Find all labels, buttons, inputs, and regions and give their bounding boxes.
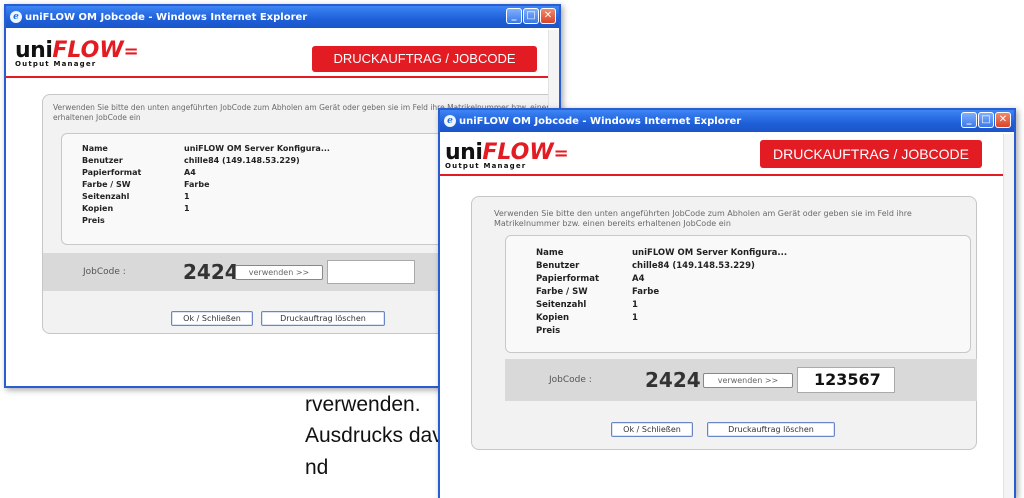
page-banner: DRUCKAUFTRAG / JOBCODE [760,140,982,168]
delete-job-button[interactable]: Druckauftrag löschen [261,311,385,326]
jobcode-value: 2424 [645,368,701,392]
ok-close-button[interactable]: Ok / Schließen [611,422,693,437]
background-text-line-1: rverwenden. [305,393,421,416]
use-jobcode-button[interactable]: verwenden >> [235,264,323,280]
internet-explorer-icon: e [444,115,456,127]
window-title: uniFLOW OM Jobcode - Windows Internet Ex… [25,11,308,23]
info-row-paper: Papierformat A4 [536,274,645,284]
header-divider [440,174,1014,176]
close-icon[interactable]: ✕ [995,112,1011,128]
vertical-scrollbar[interactable] [1003,134,1014,498]
internet-explorer-icon: e [10,11,22,23]
window-titlebar[interactable]: e uniFLOW OM Jobcode - Windows Internet … [6,6,559,28]
jobcode-label: JobCode : [83,267,126,277]
jobcode-value: 2424 [183,260,239,284]
window-title: uniFLOW OM Jobcode - Windows Internet Ex… [459,115,742,127]
minimize-icon[interactable]: _ [506,8,522,24]
page-header: uniFLOW= Output Manager DRUCKAUFTRAG / J… [6,28,559,76]
uniflow-logo: uniFLOW= Output Manager [15,38,139,68]
info-row-color: Farbe / SW Farbe [536,287,660,297]
window-titlebar[interactable]: e uniFLOW OM Jobcode - Windows Internet … [440,110,1014,132]
ok-close-button[interactable]: Ok / Schließen [171,311,253,326]
info-row-copies: Kopien 1 [536,313,638,323]
header-divider [6,76,559,78]
jobcode-panel: Verwenden Sie bitte den unten angeführte… [471,196,977,450]
info-row-price: Preis [536,326,561,336]
jobcode-input[interactable] [327,260,415,284]
jobcode-bar: JobCode : 2424 verwenden >> 123567 [505,359,977,401]
uniflow-logo: uniFLOW= Output Manager [445,140,569,170]
maximize-icon[interactable]: □ [523,8,539,24]
delete-job-button[interactable]: Druckauftrag löschen [707,422,835,437]
jobcode-window-front[interactable]: e uniFLOW OM Jobcode - Windows Internet … [438,108,1016,498]
background-text-line-3: nd [305,456,329,479]
job-info-box: Name uniFLOW OM Server Konfigura... Benut… [505,235,971,353]
jobcode-input[interactable]: 123567 [797,367,895,393]
instruction-text: Verwenden Sie bitte den unten angeführte… [494,209,912,228]
info-row-name: Name uniFLOW OM Server Konfigura... [536,248,788,258]
minimize-icon[interactable]: _ [961,112,977,128]
use-jobcode-button[interactable]: verwenden >> [703,372,793,388]
info-row-user: Benutzer chille84 (149.148.53.229) [536,261,755,271]
info-row-pages: Seitenzahl 1 [536,300,638,310]
close-icon[interactable]: ✕ [540,8,556,24]
maximize-icon[interactable]: □ [978,112,994,128]
jobcode-label: JobCode : [549,375,592,385]
page-banner: DRUCKAUFTRAG / JOBCODE [312,46,537,72]
